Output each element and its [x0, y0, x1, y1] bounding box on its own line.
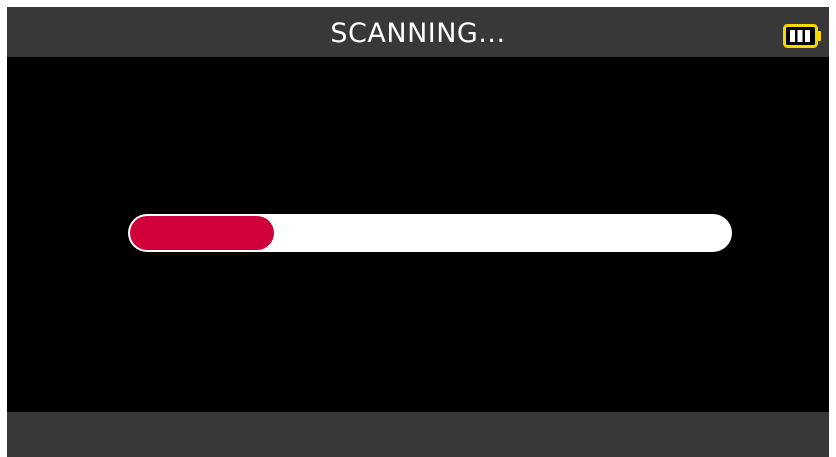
device-screen: SCANNING... — [7, 7, 829, 457]
main-area — [7, 57, 829, 412]
page-title: SCANNING... — [330, 18, 506, 49]
scan-progress-bar — [128, 214, 732, 252]
footer-bar — [7, 412, 829, 457]
battery-icon — [783, 24, 823, 48]
header-bar: SCANNING... — [7, 7, 829, 57]
scan-progress-fill — [130, 216, 274, 250]
